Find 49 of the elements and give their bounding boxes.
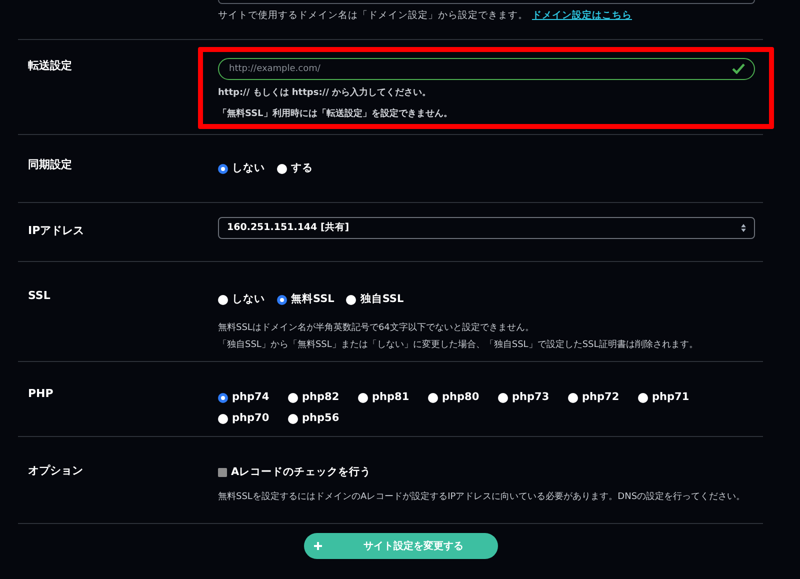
input-field[interactable] <box>218 0 755 4</box>
radio-option[interactable]: php82 <box>288 390 358 406</box>
field-label: PHP <box>27 386 54 402</box>
field-label: 転送設定 <box>27 58 73 74</box>
radio-option[interactable]: php80 <box>428 390 498 406</box>
radio-option[interactable]: php81 <box>358 390 428 406</box>
note-text: http:// もしくは https:// から入力してください。 <box>218 87 432 100</box>
radio-button[interactable] <box>288 392 298 403</box>
radio-option[interactable]: 無料SSL <box>277 292 334 308</box>
url-input-field[interactable]: http://example.com/ <box>218 58 755 80</box>
radio-button[interactable] <box>218 294 228 305</box>
radio-button[interactable] <box>277 294 287 305</box>
radio-option[interactable]: php56 <box>288 410 358 426</box>
radio-button[interactable] <box>358 392 368 403</box>
a-record-checkbox-option[interactable]: Aレコードのチェックを行う <box>218 465 763 481</box>
field-label: SSL <box>27 288 52 304</box>
radio-button[interactable] <box>277 164 287 174</box>
radio-option[interactable]: php74 <box>218 390 288 406</box>
radio-option[interactable]: php72 <box>568 390 638 406</box>
radio-option[interactable]: php70 <box>218 410 288 426</box>
ip-address-select[interactable]: 160.251.151.144 [共有] <box>218 217 755 239</box>
note-text: 「独自SSL」から「無料SSL」または「しない」に変更した場合、「独自SSL」で設定したSSL証明書は削除されます。 <box>218 339 699 352</box>
note-text: 無料SSLはドメイン名が半角英数記号で64文字以下でないと設定できません。 <box>218 322 535 335</box>
field-label: IPアドレス <box>27 223 86 239</box>
radio-option[interactable]: 独自SSL <box>346 292 404 308</box>
radio-option[interactable]: しない <box>218 161 265 177</box>
checkmark-icon <box>732 63 745 74</box>
radio-button[interactable] <box>218 392 228 403</box>
hint-text: サイトで使用するドメイン名は「ドメイン設定」から設定できます。 <box>218 9 528 23</box>
radio-button[interactable] <box>428 392 438 403</box>
plus-icon <box>314 542 322 550</box>
radio-option[interactable]: しない <box>218 292 265 308</box>
sort-arrows-icon <box>741 224 746 232</box>
radio-button[interactable] <box>498 392 508 403</box>
field-label: オプション <box>27 463 84 479</box>
radio-option[interactable]: する <box>277 161 313 177</box>
radio-button[interactable] <box>346 294 356 305</box>
radio-button[interactable] <box>218 414 228 424</box>
checkbox[interactable] <box>218 468 227 478</box>
radio-button[interactable] <box>638 392 648 403</box>
radio-button[interactable] <box>568 392 578 403</box>
radio-option[interactable]: php71 <box>638 390 708 406</box>
field-label: 同期設定 <box>27 157 73 173</box>
radio-button[interactable] <box>218 164 228 174</box>
radio-button[interactable] <box>288 414 298 424</box>
radio-option[interactable]: php73 <box>498 390 568 406</box>
domain-settings-link[interactable]: ドメイン設定はこちら <box>532 9 632 24</box>
note-text: 「無料SSL」利用時には「転送設定」を設定できません。 <box>218 108 454 120</box>
note-text: 無料SSLを設定するにはドメインのAレコードが設定するIPアドレスに向いている必要があります。DNSの設定を行ってください。 <box>218 490 746 504</box>
